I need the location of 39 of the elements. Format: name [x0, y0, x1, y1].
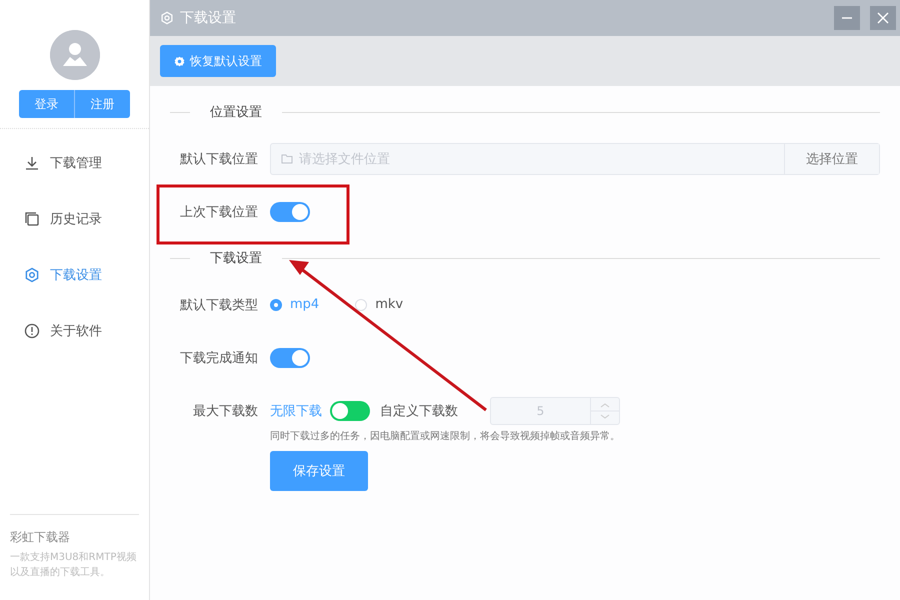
login-button[interactable]: 登录	[19, 90, 75, 118]
copy-icon	[24, 211, 40, 227]
settings-icon	[24, 267, 40, 283]
app-name: 彩虹下载器	[10, 529, 71, 546]
settings-icon	[160, 11, 174, 25]
avatar-icon	[50, 30, 100, 80]
exclamation-icon	[24, 323, 40, 339]
field-label: 默认下载位置	[179, 150, 259, 168]
close-icon	[877, 12, 889, 24]
close-button[interactable]	[870, 6, 896, 30]
minimize-button[interactable]	[834, 6, 860, 30]
field-label: 下载完成通知	[179, 350, 259, 366]
option-label: 无限下载	[270, 402, 322, 420]
reset-defaults-button[interactable]: 恢复默认设置	[160, 45, 276, 77]
hint-text: 同时下载过多的任务，因电脑配置或网速限制，将会导致视频掉帧或音频异常。	[270, 430, 621, 443]
download-icon	[24, 155, 40, 171]
section-title: 下载设置	[209, 250, 263, 267]
gear-icon	[174, 56, 185, 66]
window-title: 下载设置	[180, 9, 236, 27]
sidebar-item[interactable]: 下载设置	[0, 247, 149, 303]
field-label: 默认下载类型	[179, 296, 259, 314]
folder-icon	[281, 153, 293, 164]
radio-option[interactable]: mkv	[355, 297, 404, 312]
section-title: 位置设置	[209, 104, 263, 121]
option-label: 自定义下载数	[380, 402, 458, 420]
radio-option[interactable]: mp4	[270, 297, 320, 312]
radio-button[interactable]	[270, 298, 282, 310]
field-label: 最大下载数	[192, 402, 259, 420]
toggle-switch[interactable]	[330, 400, 370, 420]
sidebar-item[interactable]: 下载管理	[0, 135, 149, 191]
choose-location-button[interactable]: 选择位置	[784, 144, 879, 174]
app-description: 一款支持M3U8和RMTP视频以及直播的下载工具。	[10, 550, 138, 580]
sidebar-item[interactable]: 关于软件	[0, 303, 149, 359]
register-button[interactable]: 注册	[75, 90, 130, 118]
save-settings-button[interactable]: 保存设置	[270, 451, 368, 491]
toggle-switch[interactable]	[270, 202, 310, 222]
toggle-switch[interactable]	[270, 348, 310, 368]
field-label: 上次下载位置	[179, 204, 259, 220]
sidebar-item[interactable]: 历史记录	[0, 191, 149, 247]
